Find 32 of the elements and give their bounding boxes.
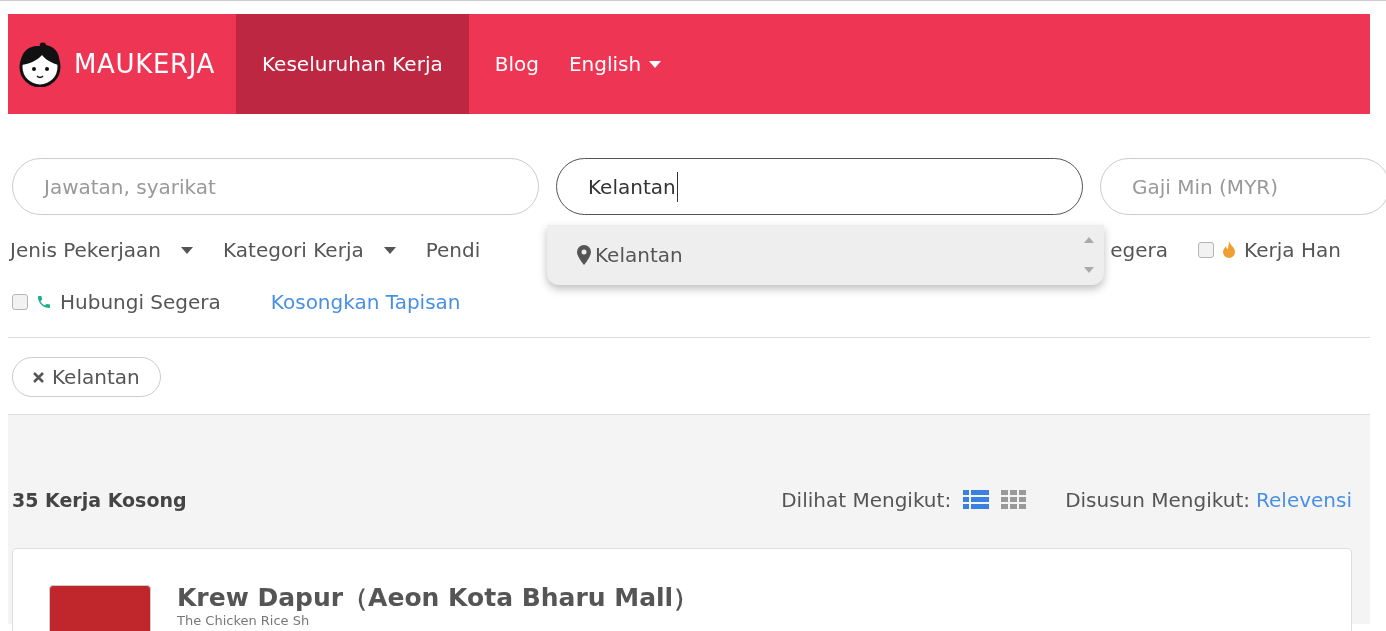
suggestion-item[interactable]: Kelantan bbox=[577, 240, 683, 270]
job-title[interactable]: Krew Dapur（Aeon Kota Bharu Mall） bbox=[177, 583, 699, 613]
list-view-button[interactable] bbox=[963, 490, 990, 510]
caret-icon bbox=[649, 60, 662, 68]
close-icon bbox=[33, 371, 44, 383]
filter-dropdown[interactable]: Kategori Kerja bbox=[223, 235, 396, 265]
phone-icon bbox=[36, 294, 52, 310]
company-name: The Chicken Rice Sh bbox=[177, 613, 311, 629]
sort-link[interactable]: Relevensi bbox=[1256, 485, 1352, 515]
filter-label: Hubungi Segera bbox=[60, 289, 221, 316]
map-pin-icon bbox=[577, 245, 591, 265]
nav-link[interactable]: Keseluruhan Kerja bbox=[236, 14, 469, 114]
nav-link[interactable]: Blog bbox=[468, 14, 565, 114]
clear-filters-link[interactable]: Kosongkan Tapisan bbox=[270, 287, 461, 317]
checkbox[interactable] bbox=[1198, 242, 1215, 258]
brand-name[interactable]: MAUKERJA bbox=[74, 44, 215, 84]
view-label: Dilihat Mengikut: bbox=[781, 487, 952, 514]
caret-icon bbox=[181, 246, 193, 254]
caret-icon bbox=[383, 246, 396, 254]
filter-dropdown[interactable]: Jenis Pekerjaan bbox=[10, 235, 193, 265]
sort-label: Disusun Mengikut: bbox=[1065, 487, 1251, 514]
checkbox[interactable] bbox=[12, 294, 28, 310]
flame-icon bbox=[1222, 241, 1237, 259]
scroll-arrows-icon bbox=[1084, 235, 1094, 275]
filter-label: Kerja Han bbox=[1244, 237, 1341, 264]
results-count: 35 Kerja Kosong bbox=[12, 487, 187, 513]
filter-label: egera bbox=[1110, 237, 1169, 264]
language-menu[interactable]: English bbox=[564, 14, 666, 114]
list-icon bbox=[963, 490, 990, 510]
grid-view-button[interactable] bbox=[1001, 490, 1028, 510]
grid-icon bbox=[1001, 490, 1028, 510]
filter-label: Pendi bbox=[425, 237, 481, 264]
